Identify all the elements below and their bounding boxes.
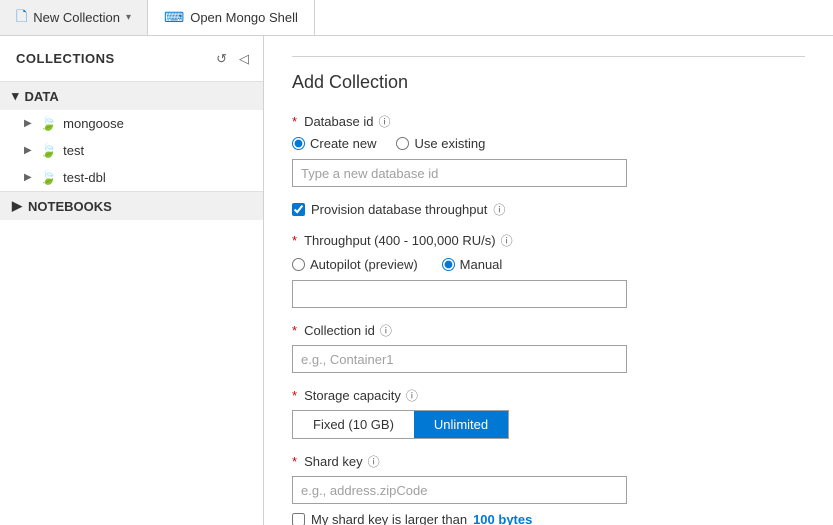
storage-label-row: * Storage capacity ⓘ	[292, 387, 805, 404]
database-id-label: Database id	[304, 114, 373, 129]
new-collection-label: New Collection	[33, 10, 120, 25]
toolbar: 🗋 New Collection ▾ ⌨ Open Mongo Shell	[0, 0, 833, 36]
test-dbl-db-icon: 🍃	[40, 169, 57, 186]
test-dbl-chevron-icon: ▶	[24, 172, 32, 183]
provision-throughput-info-icon[interactable]: ⓘ	[493, 201, 505, 218]
refresh-button[interactable]: ↺	[214, 48, 229, 69]
throughput-label: Throughput (400 - 100,000 RU/s)	[304, 233, 496, 248]
notebooks-chevron-icon: ▶	[12, 198, 22, 214]
create-new-label: Create new	[310, 136, 376, 151]
use-existing-label: Use existing	[414, 136, 485, 151]
storage-btn-group: Fixed (10 GB) Unlimited	[292, 410, 509, 439]
tree-item-mongoose[interactable]: ▶ 🍃 mongoose	[0, 110, 263, 137]
collection-id-info-icon[interactable]: ⓘ	[380, 322, 392, 339]
provision-throughput-row: Provision database throughput ⓘ	[292, 201, 805, 218]
notebooks-section: ▶ NOTEBOOKS	[0, 191, 263, 220]
throughput-radio-group: Autopilot (preview) Manual	[292, 257, 805, 272]
right-panel: Add Collection * Database id ⓘ Create ne…	[264, 36, 833, 525]
shard-size-checkbox[interactable]	[292, 513, 305, 525]
shard-key-label: Shard key	[304, 454, 363, 469]
throughput-group: * Throughput (400 - 100,000 RU/s) ⓘ Auto…	[292, 232, 805, 308]
database-id-input[interactable]	[292, 159, 627, 187]
database-id-radio-group: Create new Use existing	[292, 136, 805, 151]
collections-title: COLLECTIONS	[16, 51, 115, 66]
manual-label: Manual	[460, 257, 503, 272]
manual-radio[interactable]	[442, 258, 455, 271]
throughput-required-star: *	[292, 233, 297, 248]
use-existing-option[interactable]: Use existing	[396, 136, 485, 151]
refresh-icon: ↺	[216, 51, 227, 66]
shard-note-highlight: 100 bytes	[473, 512, 532, 525]
throughput-info-icon[interactable]: ⓘ	[501, 232, 513, 249]
storage-info-icon[interactable]: ⓘ	[406, 387, 418, 404]
test-db-icon: 🍃	[40, 142, 57, 159]
sidebar-actions: ↺ ◁	[214, 48, 251, 69]
data-section-header[interactable]: ▾ DATA	[0, 81, 263, 110]
shard-key-info-icon[interactable]: ⓘ	[368, 453, 380, 470]
collection-required-star: *	[292, 323, 297, 338]
required-star: *	[292, 114, 297, 129]
shard-key-input[interactable]	[292, 476, 627, 504]
data-chevron-icon: ▾	[12, 88, 19, 104]
new-collection-button[interactable]: 🗋 New Collection ▾	[0, 0, 148, 35]
storage-required-star: *	[292, 388, 297, 403]
chevron-down-icon: ▾	[126, 12, 131, 23]
fixed-storage-button[interactable]: Fixed (10 GB)	[293, 411, 414, 438]
shard-required-star: *	[292, 454, 297, 469]
storage-capacity-label: Storage capacity	[304, 388, 401, 403]
database-id-label-row: * Database id ⓘ	[292, 113, 805, 130]
provision-throughput-checkbox[interactable]	[292, 203, 305, 216]
collections-header: COLLECTIONS ↺ ◁	[0, 36, 263, 81]
manual-option[interactable]: Manual	[442, 257, 503, 272]
mongo-shell-icon: ⌨	[164, 9, 184, 26]
database-id-info-icon[interactable]: ⓘ	[378, 113, 390, 130]
autopilot-label: Autopilot (preview)	[310, 257, 418, 272]
shard-note: My shard key is larger than 100 bytes	[292, 512, 805, 525]
storage-capacity-group: * Storage capacity ⓘ Fixed (10 GB) Unlim…	[292, 387, 805, 439]
mongoose-chevron-icon: ▶	[24, 118, 32, 129]
data-section-label: DATA	[25, 89, 59, 104]
main-layout: COLLECTIONS ↺ ◁ ▾ DATA ▶ 🍃 mongoose	[0, 36, 833, 525]
data-section: ▾ DATA ▶ 🍃 mongoose ▶ 🍃 test ▶ 🍃 test-db…	[0, 81, 263, 191]
collection-id-label-row: * Collection id ⓘ	[292, 322, 805, 339]
collection-id-input[interactable]	[292, 345, 627, 373]
sidebar: COLLECTIONS ↺ ◁ ▾ DATA ▶ 🍃 mongoose	[0, 36, 264, 525]
open-mongo-label: Open Mongo Shell	[190, 10, 298, 25]
tree-item-test-dbl[interactable]: ▶ 🍃 test-dbl	[0, 164, 263, 191]
shard-key-group: * Shard key ⓘ My shard key is larger tha…	[292, 453, 805, 525]
mongoose-label: mongoose	[63, 116, 124, 131]
test-label: test	[63, 143, 84, 158]
throughput-input[interactable]: 400	[292, 280, 627, 308]
use-existing-radio[interactable]	[396, 137, 409, 150]
autopilot-option[interactable]: Autopilot (preview)	[292, 257, 418, 272]
collapse-button[interactable]: ◁	[237, 48, 251, 69]
create-new-radio[interactable]	[292, 137, 305, 150]
open-mongo-shell-button[interactable]: ⌨ Open Mongo Shell	[148, 0, 315, 35]
throughput-label-row: * Throughput (400 - 100,000 RU/s) ⓘ	[292, 232, 805, 249]
unlimited-storage-button[interactable]: Unlimited	[414, 411, 508, 438]
test-chevron-icon: ▶	[24, 145, 32, 156]
tree-item-test[interactable]: ▶ 🍃 test	[0, 137, 263, 164]
collection-id-group: * Collection id ⓘ	[292, 322, 805, 373]
database-id-group: * Database id ⓘ Create new Use existing	[292, 113, 805, 187]
provision-throughput-label: Provision database throughput	[311, 202, 487, 217]
autopilot-radio[interactable]	[292, 258, 305, 271]
notebooks-section-label: NOTEBOOKS	[28, 199, 112, 214]
collection-id-label: Collection id	[304, 323, 375, 338]
create-new-option[interactable]: Create new	[292, 136, 376, 151]
panel-title: Add Collection	[292, 72, 805, 93]
notebooks-section-header[interactable]: ▶ NOTEBOOKS	[0, 191, 263, 220]
shard-note-prefix: My shard key is larger than	[311, 512, 467, 525]
new-collection-icon: 🗋	[16, 6, 27, 30]
shard-key-label-row: * Shard key ⓘ	[292, 453, 805, 470]
mongoose-db-icon: 🍃	[40, 115, 57, 132]
collapse-icon: ◁	[239, 51, 249, 66]
top-divider	[292, 56, 805, 57]
test-dbl-label: test-dbl	[63, 170, 106, 185]
